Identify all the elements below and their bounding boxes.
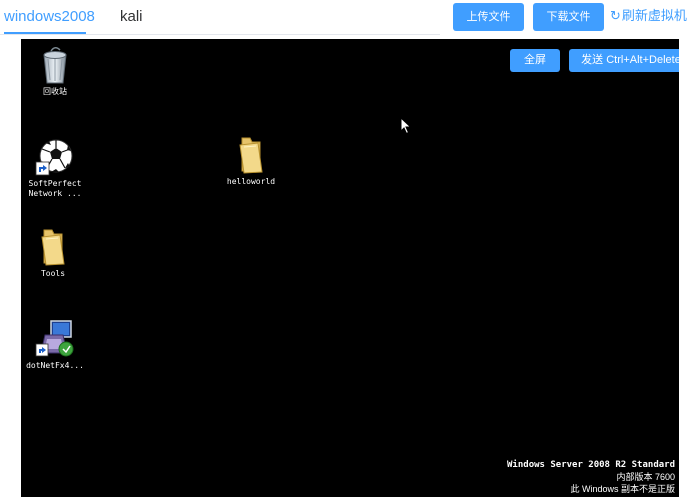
- tab-kali[interactable]: kali: [120, 0, 143, 34]
- soccer-ball-shortcut-icon: [35, 139, 73, 176]
- desktop-icon-dotnetfx4[interactable]: dotNetFx4...: [21, 319, 90, 371]
- mouse-cursor-icon: [400, 117, 412, 135]
- desktop-icon-recycle-bin[interactable]: 回收站: [21, 45, 90, 97]
- desktop-icon-label: SoftPerfect Network ...: [28, 179, 82, 198]
- desktop-icon-softperfect[interactable]: SoftPerfect Network ...: [21, 137, 90, 199]
- desktop-icon-label: dotNetFx4...: [26, 361, 84, 370]
- installer-shortcut-icon: [35, 320, 74, 357]
- recycle-bin-icon: [43, 47, 67, 84]
- desktop-icon-label: helloworld: [226, 177, 276, 186]
- desktop-icon-helloworld[interactable]: helloworld: [216, 135, 286, 187]
- desktop-icon-label: Tools: [40, 269, 66, 278]
- download-file-button[interactable]: 下载文件: [533, 3, 604, 31]
- watermark-genuine-notice: 此 Windows 副本不是正版: [570, 484, 675, 494]
- folder-icon: [239, 137, 263, 174]
- vm-tabs: windows2008 kali: [0, 0, 440, 36]
- desktop-icon-label: 回收站: [43, 87, 67, 96]
- tab-windows2008[interactable]: windows2008: [4, 0, 95, 34]
- refresh-vm-label: 刷新虚拟机: [621, 8, 687, 23]
- send-ctrl-alt-delete-button[interactable]: 发送 Ctrl+Alt+Delete: [569, 49, 679, 72]
- refresh-vm-button[interactable]: ↻刷新虚拟机: [610, 3, 687, 31]
- vm-remote-screen[interactable]: 全屏 发送 Ctrl+Alt+Delete 回收站 SoftPerfect Ne…: [21, 39, 679, 497]
- windows-edition-watermark: Windows Server 2008 R2 Standard 内部版本 760…: [507, 459, 675, 495]
- folder-icon: [41, 229, 65, 266]
- watermark-edition: Windows Server 2008 R2 Standard: [507, 460, 675, 470]
- upload-file-button[interactable]: 上传文件: [453, 3, 524, 31]
- desktop-icon-tools[interactable]: Tools: [21, 227, 88, 279]
- fullscreen-button[interactable]: 全屏: [510, 49, 560, 72]
- tabs-divider: [0, 34, 440, 35]
- watermark-build: 内部版本 7600: [616, 472, 675, 482]
- refresh-icon: ↻: [610, 8, 621, 23]
- vm-console-page: windows2008 kali 上传文件 下载文件 ↻刷新虚拟机 全屏 发送 …: [0, 0, 692, 499]
